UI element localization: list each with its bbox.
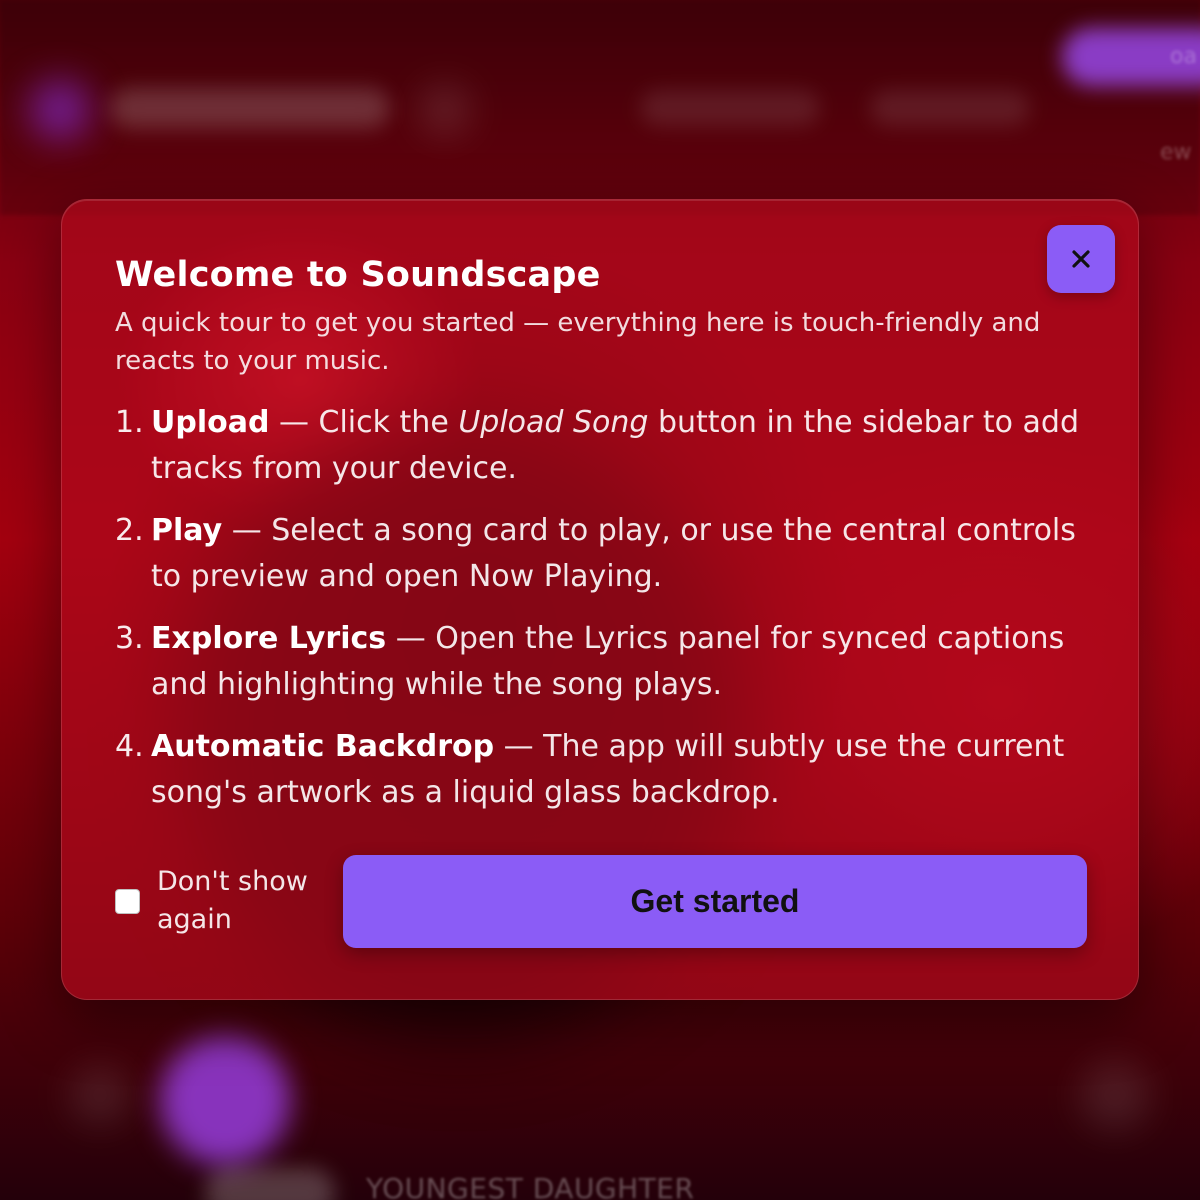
dialog-subtitle: A quick tour to get you started — everyt…	[115, 308, 1041, 376]
background-text-fragment: oa	[1170, 44, 1197, 69]
step-name: Explore Lyrics	[151, 621, 387, 656]
tour-step-explore-lyrics: 3. Explore Lyrics — Open the Lyrics pane…	[115, 616, 1095, 708]
step-text: — Click the	[269, 405, 459, 440]
background-icon	[420, 85, 470, 135]
background-thumbnail	[205, 1168, 335, 1200]
background-text-fragment: ew	[1160, 140, 1192, 165]
step-emphasis: Upload Song	[458, 405, 649, 440]
step-number: 4.	[115, 729, 144, 764]
step-name: Play	[151, 513, 223, 548]
background-logo-blob	[30, 80, 90, 140]
step-number: 1.	[115, 405, 144, 440]
welcome-dialog: Welcome to Soundscape A quick tour to ge…	[61, 199, 1139, 1000]
dont-show-again-option[interactable]: Don't show again	[115, 863, 345, 939]
step-name: Automatic Backdrop	[151, 729, 495, 764]
tour-step-automatic-backdrop: 4. Automatic Backdrop — The app will sub…	[115, 724, 1095, 816]
tour-step-play: 2. Play — Select a song card to play, or…	[115, 508, 1095, 600]
close-icon	[1072, 250, 1090, 268]
background-nav-item	[640, 90, 820, 126]
step-number: 2.	[115, 513, 144, 548]
tour-steps-list: 1. Upload — Click the Upload Song button…	[115, 400, 1095, 832]
get-started-button[interactable]: Get started	[343, 855, 1087, 948]
close-button[interactable]	[1047, 225, 1115, 293]
background-control	[70, 1065, 130, 1125]
background-control	[1080, 1060, 1150, 1130]
tour-step-upload: 1. Upload — Click the Upload Song button…	[115, 400, 1095, 492]
background-search-bar	[110, 88, 390, 128]
dont-show-again-checkbox[interactable]	[115, 888, 140, 914]
dialog-title: Welcome to Soundscape	[115, 255, 601, 295]
step-name: Upload	[151, 405, 270, 440]
background-play-button	[160, 1035, 290, 1165]
background-nav-item	[870, 90, 1030, 126]
step-number: 3.	[115, 621, 144, 656]
dont-show-again-label: Don't show again	[157, 866, 308, 935]
step-text: — Select a song card to play, or use the…	[151, 513, 1076, 594]
background-track-title: YOUNGEST DAUGHTER	[366, 1172, 695, 1200]
